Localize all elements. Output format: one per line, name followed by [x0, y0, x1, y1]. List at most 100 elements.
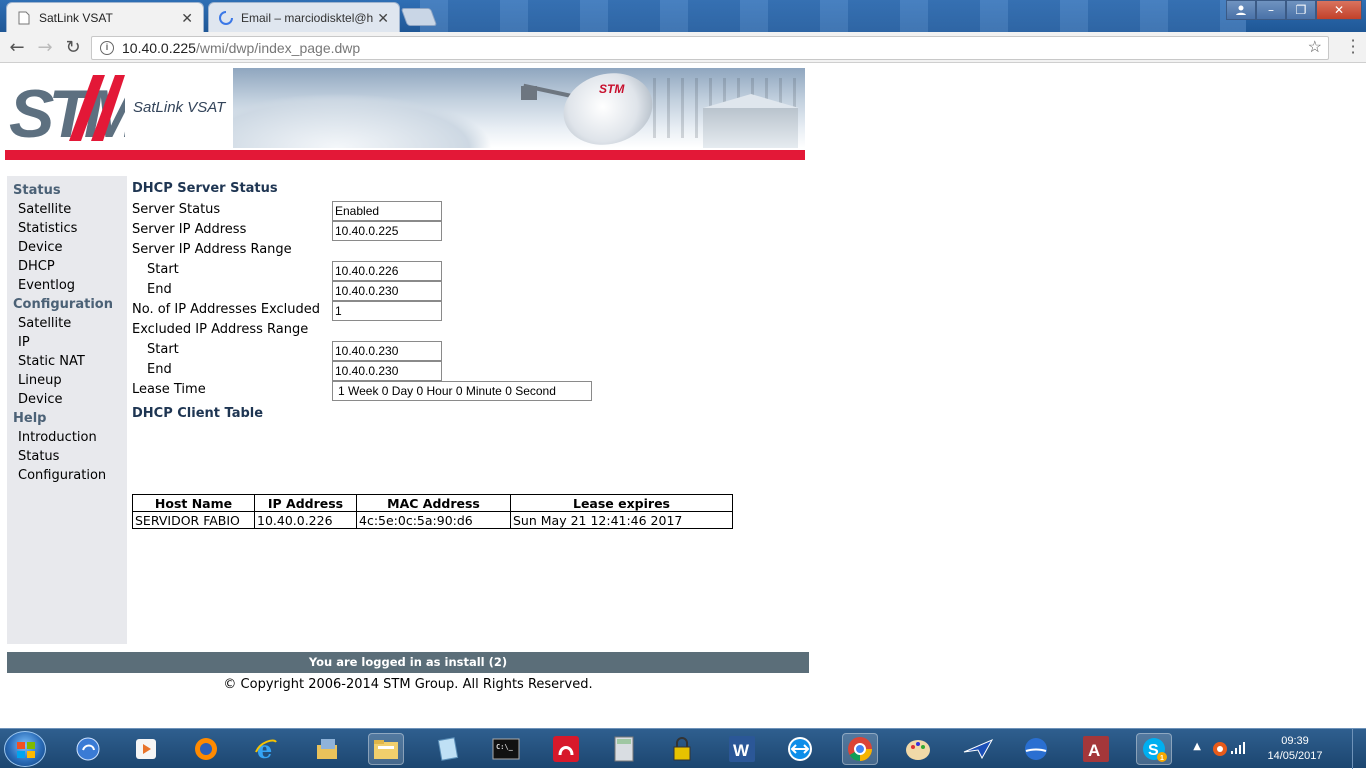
sidebar-item-dhcp[interactable]: DHCP	[7, 257, 127, 276]
browser-titlebar: SatLink VSAT ✕ Email – marciodisktel@h ✕…	[0, 0, 1366, 32]
page-content: STM SatLink VSAT STM Status Satellite St…	[0, 64, 1366, 728]
info-icon[interactable]: i	[100, 41, 114, 55]
ip-range-row: Server IP Address Range	[132, 240, 812, 260]
sidebar-item-config-satellite[interactable]: Satellite	[7, 314, 127, 333]
sidebar-item-ip[interactable]: IP	[7, 333, 127, 352]
sidebar-item-status-satellite[interactable]: Satellite	[7, 200, 127, 219]
ie-classic-icon[interactable]	[70, 733, 106, 765]
dhcp-client-table: Host Name IP Address MAC Address Lease e…	[132, 494, 733, 529]
dhcp-status-panel: DHCP Server Status Server Status Enabled…	[132, 180, 812, 529]
forward-icon[interactable]: →	[34, 37, 56, 59]
client-table-title: DHCP Client Table	[132, 406, 264, 421]
teamviewer-icon[interactable]	[782, 733, 818, 765]
file-explorer-icon[interactable]	[368, 733, 404, 765]
network-signal-icon[interactable]	[1230, 739, 1246, 755]
command-prompt-icon[interactable]: C:\_	[488, 733, 524, 765]
calculator-icon[interactable]	[606, 733, 642, 765]
close-window-button[interactable]: ✕	[1316, 0, 1362, 20]
bookmark-star-icon[interactable]: ☆	[1308, 37, 1322, 59]
system-clock[interactable]: 09:39 14/05/2017	[1260, 734, 1330, 764]
sidebar-item-static-nat[interactable]: Static NAT	[7, 352, 127, 371]
internet-explorer-icon[interactable]: e	[248, 733, 284, 765]
tab-title: SatLink VSAT	[39, 10, 113, 25]
server-status-label: Server Status	[132, 202, 221, 217]
sidebar-heading-status[interactable]: Status	[7, 181, 127, 200]
server-status-row: Server Status Enabled	[132, 200, 812, 221]
cell-host-name: SERVIDOR FABIO	[132, 511, 255, 529]
excluded-range-label: Excluded IP Address Range	[132, 322, 309, 337]
svg-text:1: 1	[1160, 755, 1164, 762]
sidebar-item-help-status[interactable]: Status	[7, 447, 127, 466]
copyright-text: © Copyright 2006-2014 STM Group. All Rig…	[223, 677, 593, 692]
clock-date: 14/05/2017	[1267, 750, 1323, 762]
range-start-label: Start	[147, 262, 179, 277]
remote-app-icon[interactable]	[548, 733, 584, 765]
windows-logo-icon	[17, 742, 35, 758]
sidebar-item-lineup[interactable]: Lineup	[7, 371, 127, 390]
tab-title: Email – marciodisktel@h	[241, 10, 374, 25]
notepad-icon[interactable]	[430, 733, 466, 765]
excluded-count-label: No. of IP Addresses Excluded	[132, 302, 321, 317]
sidebar-item-status-device[interactable]: Device	[7, 238, 127, 257]
new-tab-button[interactable]	[400, 8, 438, 26]
chrome-icon[interactable]	[842, 733, 878, 765]
close-tab-icon[interactable]: ✕	[181, 10, 193, 27]
browser-menu-icon[interactable]: · · ·	[1348, 33, 1358, 61]
minimize-button[interactable]: –	[1256, 0, 1286, 20]
close-tab-icon[interactable]: ✕	[377, 10, 389, 27]
range-start-row: Start 10.40.0.226	[132, 260, 812, 281]
cell-lease-expires: Sun May 21 12:41:46 2017	[510, 511, 733, 529]
windows-taskbar: e C:\_ W A S1 ▲ 09:39 14/05/2017	[0, 728, 1366, 769]
clock-time: 09:39	[1281, 735, 1309, 747]
tab-satlink-vsat[interactable]: SatLink VSAT ✕	[6, 2, 204, 32]
start-button[interactable]	[4, 731, 46, 767]
column-header-host-name: Host Name	[132, 494, 255, 512]
url-input[interactable]: i 10.40.0.225/wmi/dwp/index_page.dwp ☆	[91, 36, 1329, 60]
sidebar-heading-configuration[interactable]: Configuration	[7, 295, 127, 314]
login-status-bar: You are logged in as install (2)	[7, 652, 809, 673]
excluded-end-row: End 10.40.0.230	[132, 360, 812, 381]
lease-time-label: Lease Time	[132, 382, 206, 397]
sidebar-item-eventlog[interactable]: Eventlog	[7, 276, 127, 295]
maximize-button[interactable]: ❐	[1286, 0, 1316, 20]
sidebar-item-introduction[interactable]: Introduction	[7, 428, 127, 447]
show-desktop-button[interactable]	[1352, 729, 1366, 769]
show-hidden-icons-icon[interactable]: ▲	[1193, 741, 1201, 752]
sidebar-item-help-configuration[interactable]: Configuration	[7, 466, 127, 485]
back-icon[interactable]: ←	[6, 37, 28, 59]
reload-icon[interactable]: ↻	[62, 37, 84, 59]
sidebar-item-config-device[interactable]: Device	[7, 390, 127, 409]
range-end-row: End 10.40.0.230	[132, 280, 812, 301]
ip-range-label: Server IP Address Range	[132, 242, 292, 257]
header-banner: STM SatLink VSAT STM	[5, 68, 805, 150]
media-player-icon[interactable]	[128, 733, 164, 765]
excluded-range-row: Excluded IP Address Range	[132, 320, 812, 340]
excluded-start-row: Start 10.40.0.230	[132, 340, 812, 361]
excluded-end-value: 10.40.0.230	[332, 361, 442, 381]
column-header-lease-expires: Lease expires	[510, 494, 733, 512]
folder-tools-icon[interactable]	[310, 733, 346, 765]
sidebar-menu: Status Satellite Statistics Device DHCP …	[7, 176, 127, 644]
lease-time-value: 1 Week 0 Day 0 Hour 0 Minute 0 Second	[332, 381, 592, 401]
range-end-label: End	[147, 282, 172, 297]
server-ip-label: Server IP Address	[132, 222, 247, 237]
firefox-icon[interactable]	[188, 733, 224, 765]
column-header-ip-address: IP Address	[254, 494, 357, 512]
tab-email[interactable]: Email – marciodisktel@h ✕	[208, 2, 400, 32]
sidebar-heading-help[interactable]: Help	[7, 409, 127, 428]
excluded-start-label: Start	[147, 342, 179, 357]
security-shield-icon[interactable]	[1212, 741, 1228, 757]
access-icon[interactable]: A	[1078, 733, 1114, 765]
sidebar-item-statistics[interactable]: Statistics	[7, 219, 127, 238]
lock-app-icon[interactable]	[664, 733, 700, 765]
word-icon[interactable]: W	[724, 733, 760, 765]
excluded-start-value: 10.40.0.230	[332, 341, 442, 361]
google-earth-icon[interactable]	[1018, 733, 1054, 765]
column-header-mac-address: MAC Address	[356, 494, 511, 512]
cell-mac-address: 4c:5e:0c:5a:90:d6	[356, 511, 511, 529]
url-path: /wmi/dwp/index_page.dwp	[195, 40, 361, 56]
network-app-icon[interactable]	[960, 733, 996, 765]
lease-time-row: Lease Time 1 Week 0 Day 0 Hour 0 Minute …	[132, 380, 812, 401]
paint-icon[interactable]	[900, 733, 936, 765]
user-profile-icon[interactable]	[1226, 0, 1256, 20]
